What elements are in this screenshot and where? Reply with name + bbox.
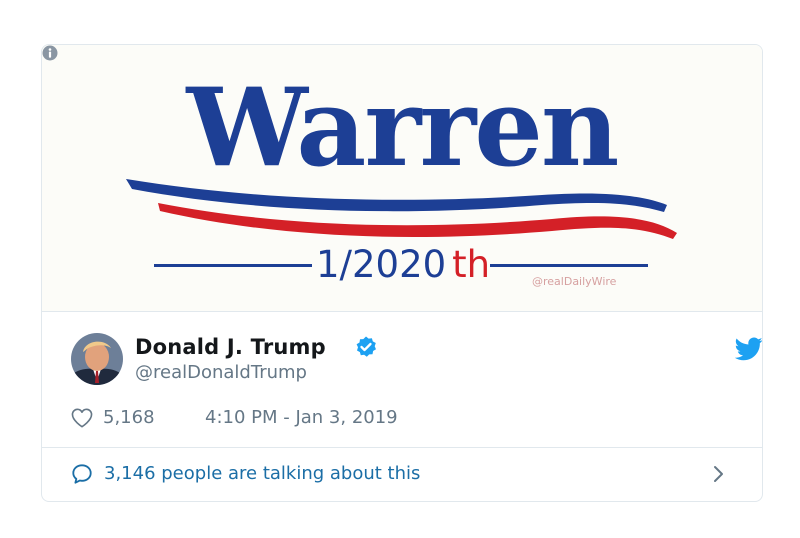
verified-badge-icon: [356, 336, 376, 357]
like-count[interactable]: 5,168: [103, 407, 155, 428]
warren-campaign-graphic: Warren 1/2020 th @realDailyWire: [126, 65, 677, 288]
chevron-right-icon[interactable]: [712, 464, 726, 484]
tweet-media-image[interactable]: Warren 1/2020 th @realDailyWire: [42, 45, 762, 312]
media-watermark: @realDailyWire: [532, 275, 617, 288]
media-headline: Warren: [186, 65, 618, 191]
right-rule: [490, 264, 648, 267]
tweet-author[interactable]: Donald J. Trump @realDonaldTrump: [71, 333, 762, 393]
left-rule: [154, 264, 312, 267]
speech-bubble-icon: [72, 464, 92, 484]
tweet-timestamp[interactable]: 4:10 PM - Jan 3, 2019: [205, 407, 398, 428]
avatar[interactable]: [71, 333, 123, 385]
info-icon[interactable]: [42, 45, 58, 61]
media-subline: 1/2020 th: [316, 243, 490, 286]
heart-icon[interactable]: [71, 408, 93, 428]
conversation-link[interactable]: 3,146 people are talking about this: [42, 448, 762, 501]
twitter-bird-icon[interactable]: [735, 337, 763, 361]
conversation-count-label[interactable]: 3,146 people are talking about this: [104, 463, 420, 484]
author-handle[interactable]: @realDonaldTrump: [135, 362, 307, 383]
embedded-tweet-card[interactable]: Warren 1/2020 th @realDailyWire Donald J…: [41, 44, 763, 502]
author-name[interactable]: Donald J. Trump: [135, 335, 326, 359]
